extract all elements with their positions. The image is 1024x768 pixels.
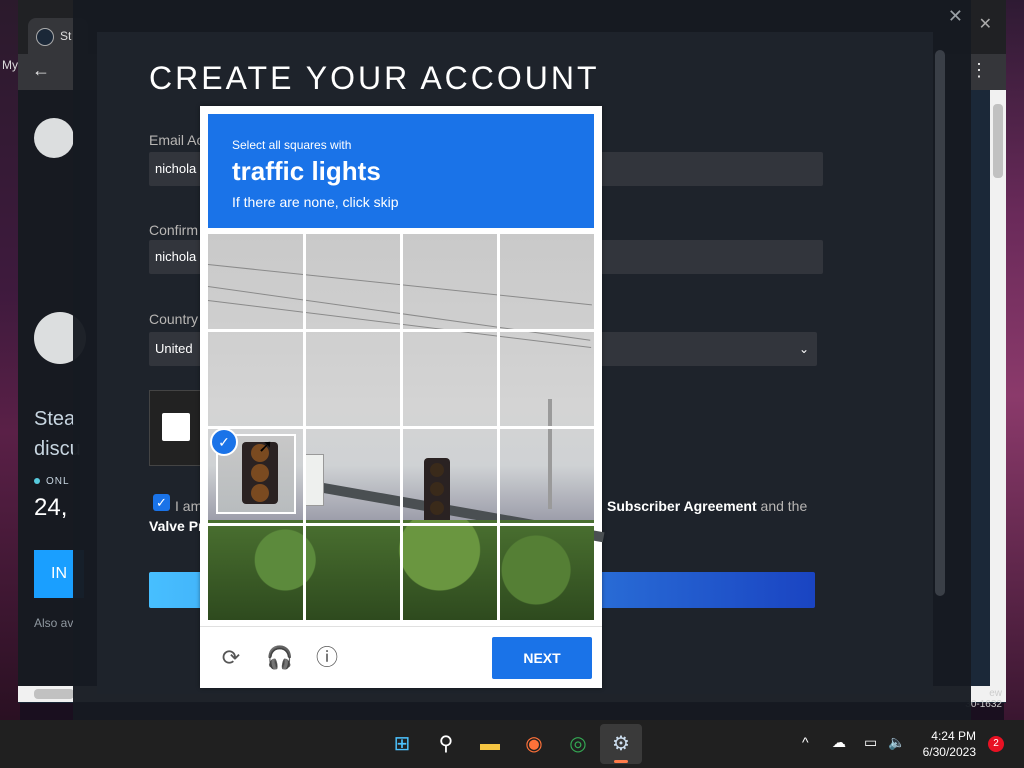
volume-icon[interactable]: 🔈 <box>888 734 905 751</box>
captcha-header: Select all squares with traffic lights I… <box>208 114 594 228</box>
email-label: Email Ac <box>149 132 204 148</box>
desktop-wallpaper-right <box>1004 0 1024 720</box>
desktop-wallpaper-left <box>0 0 20 720</box>
clock-time: 4:24 PM <box>931 729 976 743</box>
mouse-cursor-icon: ➚ <box>258 436 274 456</box>
scrollbar-thumb[interactable] <box>34 689 74 699</box>
captcha-challenge: Select all squares with traffic lights I… <box>200 106 605 689</box>
page-title: CREATE YOUR ACCOUNT <box>149 60 600 96</box>
steam-page-left-column: Stea discu ONL 24, IN Also av <box>18 90 86 690</box>
steam-icon: ⚙ <box>612 733 630 755</box>
subscriber-agreement-link[interactable]: Subscriber Agreement <box>607 498 757 514</box>
steam-logo-icon <box>34 118 74 158</box>
windows-start-icon[interactable]: ⊞ <box>388 730 416 758</box>
online-label: ONL <box>34 476 70 487</box>
back-arrow-icon[interactable]: ← <box>32 60 50 81</box>
info-icon[interactable]: ⓘ <box>314 645 340 671</box>
country-label: Country <box>149 311 199 327</box>
browser-tab-label: St <box>60 29 72 43</box>
chevron-down-icon: ⌄ <box>798 342 809 356</box>
street-sign <box>304 454 324 506</box>
cloud-icon[interactable]: ☁ <box>832 734 846 751</box>
chrome-icon[interactable]: ◎ <box>564 730 592 758</box>
firefox-icon[interactable]: ◉ <box>520 730 548 758</box>
captcha-target: traffic lights <box>232 156 381 186</box>
network-icon[interactable]: ▭ <box>864 734 877 751</box>
captcha-footer: ⟳ 🎧 ⓘ NEXT <box>200 626 602 689</box>
online-count: 24, <box>34 494 68 521</box>
agree-text-continued: Subscriber Agreement and the <box>607 498 808 514</box>
captcha-instruction: Select all squares with <box>232 138 352 152</box>
captcha-image-grid <box>207 234 605 620</box>
file-explorer-icon[interactable]: ▬ <box>476 730 504 758</box>
steam-favicon-icon <box>36 28 54 46</box>
valve-privacy-link[interactable]: Valve Pr <box>149 518 204 534</box>
reload-icon[interactable]: ⟳ <box>218 645 244 671</box>
search-icon[interactable]: ⚲ <box>432 730 460 758</box>
traffic-light <box>424 458 450 524</box>
clock-date: 6/30/2023 <box>922 745 976 759</box>
light-pole <box>548 399 552 509</box>
taskbar: ⊞ ⚲ ▬ ◉ ◎ ⚙ ^ ☁ ▭ 🔈 4:24 PM 6/30/2023 2 <box>0 720 1024 768</box>
browser-close-icon[interactable]: ✕ <box>979 14 992 34</box>
confirm-email-label: Confirm <box>149 222 199 238</box>
show-hidden-icons-icon[interactable]: ^ <box>802 734 809 750</box>
country-value: United <box>155 341 193 356</box>
agree-checkbox[interactable]: ✓ <box>153 494 170 511</box>
next-button[interactable]: NEXT <box>492 637 592 679</box>
steam-taskbar-item[interactable]: ⚙ <box>600 724 642 764</box>
recaptcha-checkbox[interactable] <box>162 413 190 441</box>
bookmark-label[interactable]: My <box>2 58 18 72</box>
also-available-text: Also av <box>34 616 74 630</box>
tile-selected-check-icon: ✓ <box>210 428 238 456</box>
captcha-hint: If there are none, click skip <box>232 194 399 210</box>
close-icon[interactable]: ✕ <box>948 6 963 27</box>
notification-badge[interactable]: 2 <box>988 736 1004 752</box>
page-vertical-scrollbar[interactable] <box>990 90 1006 690</box>
browser-menu-icon[interactable]: ⋮ <box>970 60 988 81</box>
modal-scrollbar[interactable] <box>935 50 945 596</box>
agree-text: I am <box>175 498 203 514</box>
taskbar-clock[interactable]: 4:24 PM 6/30/2023 <box>912 728 976 760</box>
audio-challenge-icon[interactable]: 🎧 <box>266 645 293 671</box>
scrollbar-thumb[interactable] <box>993 104 1003 178</box>
